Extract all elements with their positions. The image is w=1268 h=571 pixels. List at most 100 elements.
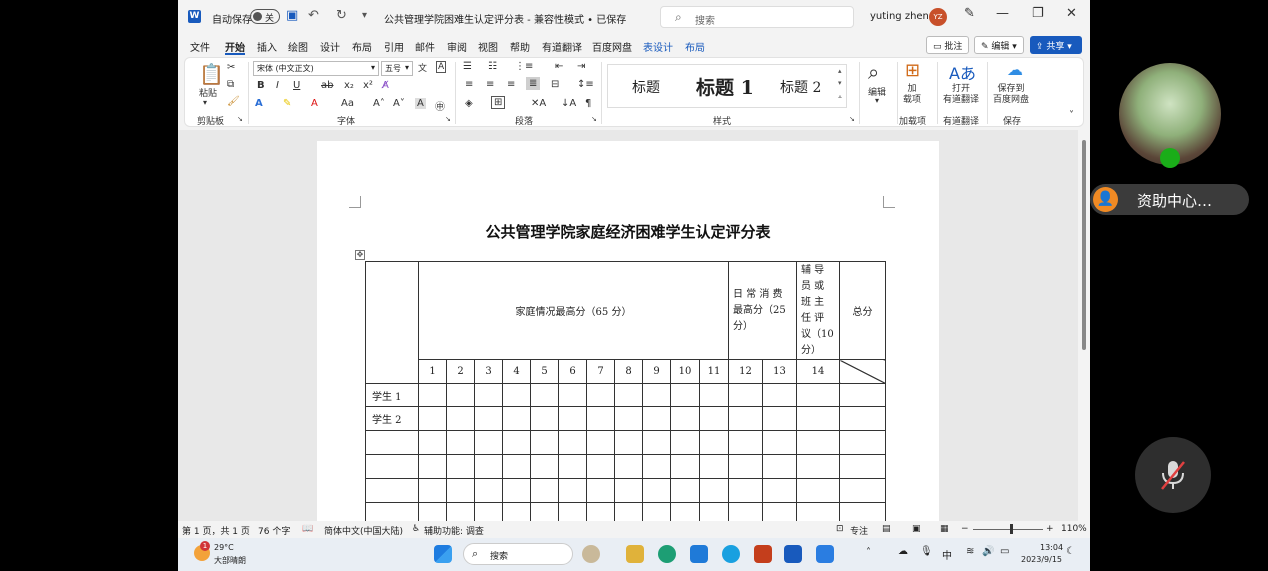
document-title[interactable]: 公共管理学院困难生认定评分表 - 兼容性模式 • 已保存 xyxy=(384,11,626,26)
tab-mailings[interactable]: 邮件 xyxy=(415,39,435,54)
zoom-out-icon[interactable]: − xyxy=(961,524,969,534)
zoom-level[interactable]: 110% xyxy=(1061,524,1087,534)
styles-more-icon[interactable]: ⩡ xyxy=(838,93,842,102)
tab-baidu[interactable]: 百度网盘 xyxy=(592,39,632,54)
start-icon[interactable] xyxy=(434,545,452,563)
column-number[interactable]: 5 xyxy=(530,359,559,384)
customize-toolbar-icon[interactable]: ▾ xyxy=(362,10,367,21)
underline-icon[interactable]: U xyxy=(293,80,300,91)
vertical-scrollbar[interactable] xyxy=(1078,130,1090,521)
zoom-slider[interactable] xyxy=(973,529,1043,530)
collapse-ribbon-icon[interactable]: ˅ xyxy=(1069,110,1074,121)
read-mode-icon[interactable]: ▤ xyxy=(882,524,891,534)
accessibility-icon[interactable]: ♿ xyxy=(412,524,420,534)
superscript-icon[interactable]: x² xyxy=(363,80,373,91)
browser-icon[interactable] xyxy=(722,545,740,563)
baidu-button-label[interactable]: 保存到 百度网盘 xyxy=(993,84,1029,106)
user-name[interactable]: yuting zheng xyxy=(870,11,935,22)
font-name-combo[interactable]: 宋体 (中文正文) ▾ xyxy=(253,61,379,76)
table-move-handle-icon[interactable]: ✥ xyxy=(355,250,365,260)
copy-icon[interactable]: ⧉ xyxy=(227,79,234,90)
redo-icon[interactable]: ↻ xyxy=(336,8,347,23)
student-label[interactable]: 学生 1 xyxy=(365,383,419,407)
app-icon[interactable] xyxy=(690,545,708,563)
font-size-combo[interactable]: 五号 ▾ xyxy=(381,61,413,76)
tab-insert[interactable]: 插入 xyxy=(257,39,277,54)
find-icon[interactable]: ⌕ xyxy=(868,60,879,84)
undo-icon[interactable]: ↶ xyxy=(308,8,319,23)
table-cell[interactable] xyxy=(365,261,419,384)
zoom-in-icon[interactable]: + xyxy=(1046,524,1054,534)
shading-icon[interactable]: ◈ xyxy=(465,98,473,109)
bold-icon[interactable]: B xyxy=(257,80,265,91)
numbering-icon[interactable]: ☷ xyxy=(488,61,497,72)
proofing-icon[interactable]: 📖 xyxy=(302,524,313,534)
editing-dropdown-icon[interactable]: ▾ xyxy=(875,96,879,105)
show-marks-icon[interactable]: ¶ xyxy=(585,98,591,109)
clear-formatting-icon[interactable]: A̸ xyxy=(382,80,389,91)
tab-youdao[interactable]: 有道翻译 xyxy=(542,39,582,54)
scrollbar-thumb[interactable] xyxy=(1082,140,1086,350)
microphone-icon[interactable]: 🎙 xyxy=(920,546,933,557)
change-case-icon[interactable]: Aa xyxy=(341,98,354,109)
italic-icon[interactable]: I xyxy=(276,80,279,91)
show-hidden-icons-icon[interactable]: ˄ xyxy=(866,547,871,558)
paragraph-launcher-icon[interactable]: ↘ xyxy=(591,115,597,123)
comments-button[interactable]: ▭ 批注 xyxy=(926,36,970,54)
tab-view[interactable]: 视图 xyxy=(478,39,498,54)
clock-date[interactable]: 2023/9/15 xyxy=(1021,555,1062,564)
column-number[interactable]: 4 xyxy=(502,359,531,384)
sort-icon[interactable]: ↓A xyxy=(561,98,576,109)
subscript-icon[interactable]: x₂ xyxy=(344,80,354,91)
asian-layout-icon[interactable]: ✕A xyxy=(531,98,546,109)
borders-icon[interactable]: ⊞ xyxy=(491,96,506,109)
highlight-icon[interactable]: ✎ xyxy=(283,98,291,109)
column-number[interactable]: 7 xyxy=(586,359,615,384)
style-heading[interactable]: 标题 xyxy=(632,77,660,97)
tab-table-design[interactable]: 表设计 xyxy=(643,39,673,54)
paste-label[interactable]: 粘贴 xyxy=(199,86,217,99)
column-number[interactable]: 11 xyxy=(699,359,729,384)
paste-icon[interactable]: 📋 xyxy=(199,62,224,86)
language-status[interactable]: 简体中文(中国大陆) xyxy=(324,524,403,537)
column-number[interactable]: 9 xyxy=(642,359,671,384)
column-number[interactable]: 2 xyxy=(446,359,475,384)
font-launcher-icon[interactable]: ↘ xyxy=(445,115,451,123)
wifi-icon[interactable]: ≋ xyxy=(966,546,974,557)
tab-file[interactable]: 文件 xyxy=(190,39,210,54)
word-count[interactable]: 76 个字 xyxy=(258,524,290,537)
shrink-font-icon[interactable]: A˅ xyxy=(393,98,405,109)
avatar-icon[interactable] xyxy=(582,545,600,563)
styles-scroll-up-icon[interactable]: ▴ xyxy=(838,67,842,75)
addins-button-label[interactable]: 加 载项 xyxy=(903,84,921,106)
align-left-icon[interactable]: ≡ xyxy=(465,79,473,90)
mute-button[interactable] xyxy=(1135,437,1211,513)
tab-draw[interactable]: 绘图 xyxy=(288,39,308,54)
style-heading-2[interactable]: 标题 2 xyxy=(780,77,821,97)
edge-icon[interactable] xyxy=(658,545,676,563)
column-number[interactable]: 3 xyxy=(474,359,503,384)
enclose-char-icon[interactable]: ㊥ xyxy=(435,98,445,113)
tab-design[interactable]: 设计 xyxy=(320,39,340,54)
focus-label[interactable]: 专注 xyxy=(850,524,868,537)
format-painter-icon[interactable]: 🖌 xyxy=(227,96,240,107)
text-effects-icon[interactable]: A xyxy=(255,98,263,109)
autosave-toggle[interactable]: 关 xyxy=(250,9,280,24)
score-table[interactable]: 家庭情况最高分（65 分） 日 常 消 费 最高分（25 分） 辅 导 员 或 … xyxy=(365,261,886,521)
close-icon[interactable]: ✕ xyxy=(1066,6,1077,21)
tab-review[interactable]: 审阅 xyxy=(447,39,467,54)
participant-name-tag[interactable]: 👤 资助中心… xyxy=(1090,184,1249,215)
column-number[interactable]: 13 xyxy=(762,359,797,384)
page-count[interactable]: 第 1 页，共 1 页 xyxy=(182,524,250,537)
column-number[interactable]: 1 xyxy=(418,359,447,384)
total-header[interactable]: 总分 xyxy=(839,261,886,360)
column-number[interactable]: 14 xyxy=(796,359,840,384)
daily-spending-header[interactable]: 日 常 消 费 最高分（25 分） xyxy=(728,261,797,360)
document-page[interactable]: 公共管理学院家庭经济困难学生认定评分表 ✥ 家庭情况最高分（65 分） 日 常 … xyxy=(317,141,939,521)
baidu-netdisk-icon[interactable]: ☁ xyxy=(1007,60,1023,79)
tab-layout[interactable]: 布局 xyxy=(352,39,372,54)
student-label[interactable] xyxy=(365,478,419,503)
distributed-icon[interactable]: ⊟ xyxy=(551,79,559,90)
column-number[interactable]: 12 xyxy=(728,359,763,384)
web-layout-icon[interactable]: ▦ xyxy=(940,524,949,534)
